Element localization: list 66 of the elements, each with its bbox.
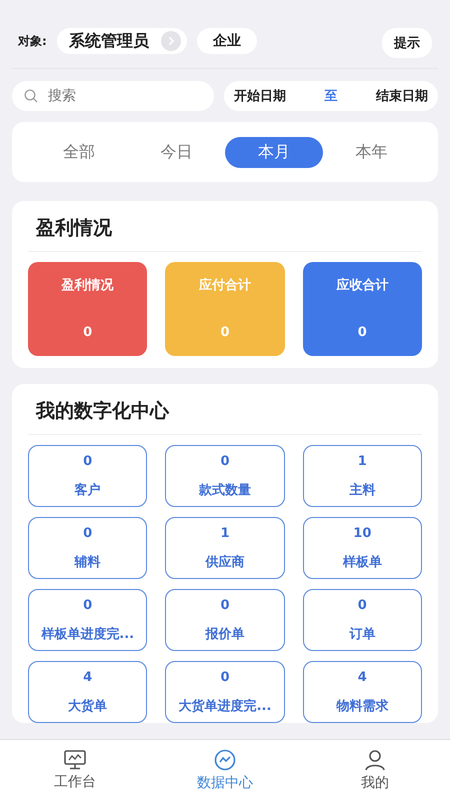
stat-value: 0 [83,526,92,541]
stat-tile[interactable]: 0 客户 [28,445,148,507]
stat-value: 0 [220,598,230,613]
stat-label: 辅料 [74,554,101,571]
tile-value: 0 [83,325,92,340]
stat-value: 0 [220,670,230,685]
stat-label: 订单 [349,626,376,643]
stat-value: 0 [83,598,92,613]
period-tab[interactable]: 全部 [30,136,128,168]
stat-label: 大货单 [68,698,108,715]
stat-label: 供应商 [205,554,244,571]
period-tab[interactable]: 本月 [225,136,322,168]
user-selector[interactable]: 系统管理员 [56,28,187,54]
stat-value: 4 [358,670,367,685]
start-date-button[interactable]: 开始日期 [234,87,286,105]
stat-value: 10 [353,526,372,541]
tile-value: 0 [220,325,230,340]
tile-value: 0 [358,325,367,340]
stat-tile[interactable]: 0 大货单进度完... [165,661,285,723]
tile-label: 应付合计 [198,276,251,294]
stat-label: 报价单 [205,626,244,643]
section-title: 盈利情况 [28,201,422,252]
chart-icon [214,748,236,770]
tab-bar-item[interactable]: 工作台 [25,748,125,792]
stat-tile[interactable]: 0 款式数量 [165,445,285,507]
stat-tile[interactable]: 0 辅料 [28,517,148,579]
stat-value: 0 [220,454,230,469]
stat-tile[interactable]: 4 大货单 [28,661,148,723]
hint-button[interactable]: 提示 [382,28,432,58]
date-separator: 至 [324,88,338,105]
stat-tile[interactable]: 1 主料 [302,445,422,507]
tab-bar-item[interactable]: 我的 [325,748,425,792]
stat-tile[interactable]: 0 样板单进度完... [28,589,148,651]
period-tab[interactable]: 今日 [128,136,225,168]
tile-label: 盈利情况 [62,277,114,294]
tab-bar-item[interactable]: 数据中心 [175,748,275,792]
summary-tile[interactable]: 盈利情况 0 [28,262,148,356]
monitor-icon [64,750,86,770]
stat-label: 样板单进度完... [41,626,134,643]
object-label: 对象: [18,32,47,50]
stat-value: 4 [83,670,92,685]
search-field[interactable]: 搜索 [12,81,214,111]
section-title: 我的数字化中心 [28,384,422,435]
stat-value: 0 [83,454,92,469]
stat-label: 主料 [349,482,376,499]
summary-tile[interactable]: 应收合计 0 [302,262,422,356]
tile-label: 应收合计 [336,276,388,294]
stat-tile[interactable]: 4 物料需求 [302,661,422,723]
stat-label: 款式数量 [198,482,251,499]
person-icon [364,748,386,770]
scope-button[interactable]: 企业 [196,28,257,54]
stat-label: 样板单 [342,554,382,571]
end-date-button[interactable]: 结束日期 [376,87,428,105]
stat-tile[interactable]: 10 样板单 [302,517,422,579]
period-tab[interactable]: 本年 [322,136,420,168]
stat-value: 1 [358,454,367,469]
stat-value: 0 [358,598,367,613]
stat-label: 物料需求 [336,698,388,715]
stat-label: 大货单进度完... [178,698,272,715]
search-icon [24,89,38,103]
stat-value: 1 [220,526,230,541]
stat-tile[interactable]: 0 报价单 [165,589,285,651]
stat-label: 客户 [74,482,101,499]
stat-tile[interactable]: 0 订单 [302,589,422,651]
chevron-right-icon [160,31,181,51]
stat-tile[interactable]: 1 供应商 [165,517,285,579]
